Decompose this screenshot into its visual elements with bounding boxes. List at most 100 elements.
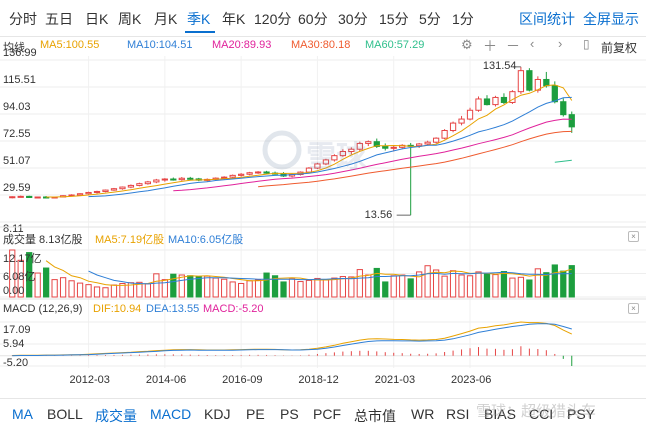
candle-body [127, 184, 135, 188]
volume-bar [534, 268, 541, 298]
indicator-tab-0[interactable]: MA [12, 406, 33, 422]
snowball-logo-icon [262, 130, 302, 170]
candle-body [34, 196, 41, 199]
volume-bar [254, 279, 262, 298]
indicator-tab-10[interactable]: RSI [446, 406, 469, 422]
volume-bar [314, 277, 321, 298]
candle-body [458, 118, 465, 124]
indicator-tab-7[interactable]: PCF [313, 406, 341, 422]
x-tick: 2012-03 [69, 374, 110, 386]
candle-body [76, 193, 84, 196]
volume-bar [492, 274, 499, 298]
volume-bar [509, 277, 516, 298]
indicator-tab-6[interactable]: PS [280, 406, 299, 422]
volume-bar [568, 265, 575, 298]
candle-body [382, 145, 389, 149]
volume-legend: 成交量 8.13亿股 MA5:7.19亿股 MA10:6.05亿股 × [0, 228, 646, 246]
volume-bar [238, 282, 245, 298]
volume-bar [144, 283, 152, 298]
volume-bar [76, 282, 84, 298]
indicator-tab-1[interactable]: BOLL [47, 406, 83, 422]
candle-body [466, 109, 474, 120]
indicator-tab-5[interactable]: PE [246, 406, 265, 422]
candle-body [144, 181, 152, 185]
candle-body [153, 179, 160, 183]
candle-body [17, 195, 24, 198]
candle-body [26, 195, 33, 199]
volume-y-tick: 12.17亿 [3, 253, 42, 265]
x-tick: 2018-12 [298, 374, 339, 386]
volume-bar [356, 269, 363, 298]
candle-body [560, 101, 567, 116]
candle-body [170, 178, 177, 181]
volume-bar [449, 270, 457, 298]
volume-bar [85, 284, 92, 298]
volume-bar [288, 278, 296, 298]
volume-bar [43, 267, 50, 298]
candle-body [119, 186, 126, 190]
candle-body [483, 98, 491, 106]
candle-body [102, 189, 109, 192]
indicator-tab-2[interactable]: 成交量 [95, 406, 137, 426]
volume-bar [390, 275, 397, 298]
volume-bar [348, 276, 355, 298]
kline-chart [0, 56, 646, 368]
candle-body [221, 176, 228, 179]
volume-y-tick: 0.00 [3, 285, 25, 297]
candle-body [161, 178, 168, 181]
volume-ma10: MA10:6.05亿股 [168, 234, 244, 246]
volume-bar [543, 272, 550, 298]
macd-dea: DEA:13.55 [146, 303, 200, 315]
volume-bar [407, 278, 414, 298]
volume-y-tick: 6.08亿 [3, 270, 36, 283]
candle-body [9, 196, 16, 199]
x-tick: 2023-06 [451, 374, 492, 386]
volume-bar [441, 275, 448, 298]
indicator-tab-3[interactable]: MACD [150, 406, 191, 422]
volume-bar [339, 276, 346, 298]
volume-bar [458, 274, 465, 298]
volume-bar [59, 277, 67, 298]
high-annotation: 131.54 [482, 59, 517, 72]
indicator-tab-9[interactable]: WR [411, 406, 434, 422]
macd-legend: MACD (12,26,9) DIF:10.94 DEA:13.55 MACD:… [0, 300, 646, 318]
candle-body [551, 85, 558, 103]
candle-body [500, 96, 508, 103]
candle-body [526, 70, 533, 91]
candle-body [441, 130, 448, 139]
volume-bar [424, 265, 431, 298]
volume-bar [34, 272, 41, 298]
close-macd-icon[interactable]: × [628, 303, 639, 314]
volume-bar [102, 287, 109, 298]
volume-bar [365, 274, 372, 298]
volume-bar [246, 280, 253, 298]
volume-bar [195, 276, 202, 298]
macd-y-tick: 17.09 [3, 324, 31, 336]
volume-ma5: MA5:7.19亿股 [95, 234, 165, 246]
macd-value: MACD:-5.20 [203, 303, 264, 315]
volume-bar [110, 284, 118, 298]
candle-body [517, 70, 525, 93]
candle-body [238, 173, 245, 176]
indicator-tab-8[interactable]: 总市值 [354, 406, 396, 426]
volume-bar [51, 279, 58, 298]
macd-dif: DIF:10.94 [93, 303, 142, 315]
candle-body [187, 177, 194, 180]
volume-bar [526, 279, 533, 298]
volume-bar [170, 273, 177, 298]
candle-body [416, 143, 423, 147]
candle-body [229, 174, 236, 178]
macd-dea-line [12, 323, 572, 357]
xueqiu-watermark-logo: 雪球 [262, 130, 382, 174]
candle-body [263, 171, 270, 174]
indicator-tab-4[interactable]: KDJ [204, 406, 230, 422]
volume-bar [305, 279, 313, 298]
macd-label: MACD (12,26,9) [3, 303, 83, 315]
close-volume-icon[interactable]: × [628, 231, 639, 242]
low-annotation: 13.56 [364, 209, 393, 222]
candle-body [110, 188, 118, 191]
candle-body [475, 98, 482, 111]
volume-bar [500, 271, 508, 298]
volume-bar [297, 281, 304, 298]
volume-bar [331, 277, 338, 298]
